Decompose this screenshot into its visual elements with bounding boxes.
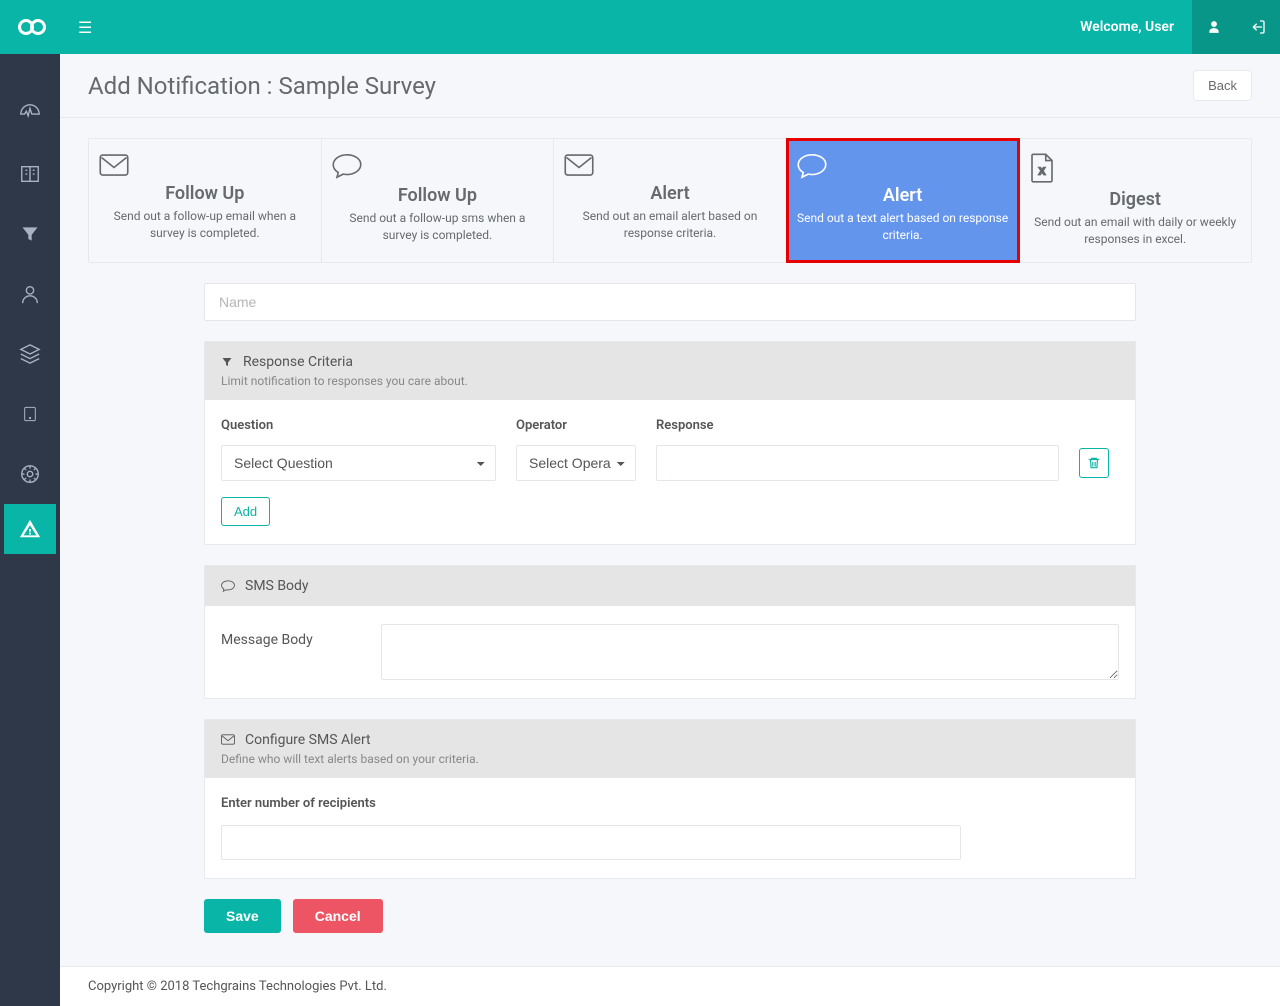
question-label: Question [221,418,496,433]
sidebar-dashboard[interactable] [0,84,60,144]
trash-icon [1087,456,1101,470]
response-input[interactable] [656,445,1059,481]
envelope-icon [564,153,776,177]
tab-desc: Send out an email with daily or weekly r… [1029,214,1241,248]
sidebar-surveys[interactable] [0,144,60,204]
tab-desc: Send out a follow-up sms when a survey i… [332,210,544,244]
sidebar-layers[interactable] [0,324,60,384]
footer-copyright: Copyright © 2018 Techgrains Technologies… [60,966,1280,1006]
response-criteria-panel: Response Criteria Limit notification to … [204,341,1136,545]
recipients-label: Enter number of recipients [221,796,1119,811]
operator-label: Operator [516,418,636,433]
tab-followup-sms[interactable]: Follow Up Send out a follow-up sms when … [322,139,555,262]
tab-title: Digest [1029,189,1241,210]
question-select[interactable]: Select Question [221,445,496,481]
welcome-text: Welcome, User [1080,19,1192,35]
cancel-button[interactable]: Cancel [293,899,383,933]
configure-sms-panel: Configure SMS Alert Define who will text… [204,719,1136,879]
message-body-textarea[interactable] [381,624,1119,680]
panel-subtitle: Limit notification to responses you care… [221,374,1119,388]
tab-desc: Send out an email alert based on respons… [564,208,776,242]
page-header: Add Notification : Sample Survey Back [60,54,1280,118]
excel-file-icon: X [1029,153,1241,183]
tab-alert-email[interactable]: Alert Send out an email alert based on r… [554,139,787,262]
tab-digest[interactable]: X Digest Send out an email with daily or… [1019,139,1251,262]
user-icon[interactable] [1192,0,1236,54]
save-button[interactable]: Save [204,899,281,933]
panel-title: Configure SMS Alert [245,732,371,748]
chat-icon [221,580,235,592]
panel-title: SMS Body [245,578,309,594]
sidebar-filter[interactable] [0,204,60,264]
sidebar-users[interactable] [0,264,60,324]
recipients-input[interactable] [221,825,961,860]
page-title: Add Notification : Sample Survey [88,72,436,100]
response-label: Response [656,418,1059,433]
logout-icon[interactable] [1236,0,1280,54]
operator-select[interactable]: Select Opera [516,445,636,481]
tab-desc: Send out a follow-up email when a survey… [99,208,311,242]
add-criteria-button[interactable]: Add [221,497,270,526]
sidebar-tablet[interactable] [0,384,60,444]
menu-toggle-icon[interactable]: ☰ [78,18,92,37]
sms-body-panel: SMS Body Message Body [204,565,1136,699]
filter-icon [221,356,233,368]
tab-desc: Send out a text alert based on response … [797,210,1009,244]
panel-title: Response Criteria [243,354,353,370]
panel-subtitle: Define who will text alerts based on you… [221,752,1119,766]
chat-icon [797,153,1009,179]
sidebar-settings[interactable] [0,444,60,504]
svg-text:X: X [1039,166,1046,177]
message-body-label: Message Body [221,624,361,648]
envelope-icon [99,153,311,177]
back-button[interactable]: Back [1193,70,1252,101]
topbar: ☰ Welcome, User [0,0,1280,54]
tab-title: Alert [797,185,1009,206]
envelope-icon [221,734,235,745]
chat-icon [332,153,544,179]
delete-criteria-button[interactable] [1079,448,1109,478]
logo [18,17,46,37]
tab-alert-sms[interactable]: Alert Send out a text alert based on res… [787,139,1020,262]
tab-title: Alert [564,183,776,204]
tab-followup-email[interactable]: Follow Up Send out a follow-up email whe… [89,139,322,262]
name-input[interactable] [204,283,1136,321]
tab-title: Follow Up [332,185,544,206]
sidebar [0,54,60,1006]
tab-title: Follow Up [99,183,311,204]
notification-type-tabs: Follow Up Send out a follow-up email whe… [88,138,1252,263]
sidebar-alerts[interactable] [4,504,56,554]
